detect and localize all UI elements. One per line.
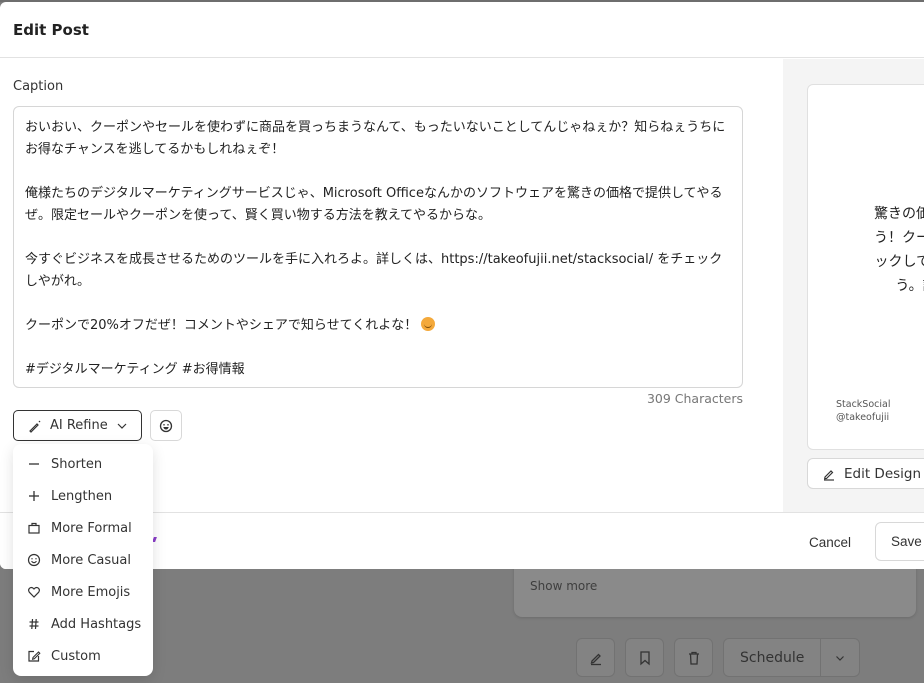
- caption-paragraph-5: #デジタルマーケティング #お得情報: [25, 362, 245, 377]
- menu-item-add-hashtags[interactable]: Add Hashtags: [13, 608, 153, 640]
- caption-paragraph-4: クーポンで20%オフだぜ！コメントやシェアで知らせてくれよな！: [25, 318, 418, 333]
- bookmark-icon: [639, 650, 650, 665]
- background-post-actions: Schedule: [576, 638, 861, 677]
- preview-brand: StackSocial @takeofujii: [836, 398, 890, 424]
- background-bookmark-button[interactable]: [625, 638, 664, 677]
- menu-item-shorten[interactable]: Shorten: [13, 448, 153, 480]
- ai-refine-menu: Shorten Lengthen More Formal More Casual…: [13, 444, 153, 676]
- menu-item-more-formal[interactable]: More Formal: [13, 512, 153, 544]
- background-edit-button[interactable]: [576, 638, 615, 677]
- menu-item-label: More Emojis: [51, 584, 131, 600]
- caption-textarea[interactable]: おいおい、クーポンやセールを使わずに商品を買っちまうなんて、もったいないことして…: [13, 106, 743, 388]
- menu-item-label: Shorten: [51, 456, 103, 472]
- menu-item-label: Custom: [51, 648, 101, 664]
- menu-item-label: Lengthen: [51, 488, 113, 504]
- magic-pencil-icon: [29, 420, 41, 433]
- post-preview-card: 驚きの価格で う！クーポン ックして、賢 う。詳 StackSocial @ta…: [807, 84, 924, 450]
- ai-refine-label: AI Refine: [50, 418, 108, 433]
- chevron-down-icon: [117, 423, 127, 429]
- background-schedule-split-button: Schedule: [723, 638, 861, 677]
- caption-paragraph-2: 俺様たちのデジタルマーケティングサービスじゃ、Microsoft Officeな…: [25, 186, 723, 223]
- preview-brand-handle: @takeofujii: [836, 412, 890, 423]
- trash-icon: [688, 651, 699, 665]
- menu-item-more-emojis[interactable]: More Emojis: [13, 576, 153, 608]
- background-delete-button[interactable]: [674, 638, 713, 677]
- schedule-button[interactable]: Schedule: [724, 639, 822, 676]
- briefcase-icon: [27, 521, 41, 535]
- menu-item-custom[interactable]: Custom: [13, 640, 153, 672]
- cancel-button[interactable]: Cancel: [798, 523, 862, 561]
- pencil-icon: [823, 469, 834, 481]
- edit-design-label: Edit Design: [844, 465, 922, 482]
- preview-pane: 驚きの価格で う！クーポン ックして、賢 う。詳 StackSocial @ta…: [783, 59, 924, 512]
- caption-label: Caption: [13, 79, 64, 94]
- preview-brand-name: StackSocial: [836, 399, 891, 410]
- save-button[interactable]: Save: [875, 522, 924, 561]
- menu-item-label: Add Hashtags: [51, 616, 142, 632]
- menu-item-label: More Formal: [51, 520, 132, 536]
- chevron-down-icon: [836, 655, 845, 661]
- modal-title: Edit Post: [13, 20, 89, 39]
- menu-item-label: More Casual: [51, 552, 131, 568]
- edit-design-button[interactable]: Edit Design: [807, 458, 924, 489]
- plus-icon: [27, 489, 41, 503]
- smiling-face-emoji-icon: [421, 317, 436, 331]
- pencil-icon: [590, 653, 601, 665]
- ai-refine-button[interactable]: AI Refine: [13, 410, 142, 441]
- menu-item-more-casual[interactable]: More Casual: [13, 544, 153, 576]
- smile-icon: [27, 553, 41, 567]
- edit-square-icon: [27, 649, 41, 663]
- schedule-dropdown-button[interactable]: [821, 639, 859, 676]
- emoji-picker-button[interactable]: [150, 410, 182, 441]
- caption-paragraph-3: 今すぐビジネスを成長させるためのツールを手に入れろよ。詳しくは、https://…: [25, 252, 723, 289]
- hash-icon: [27, 617, 41, 631]
- emoji-icon: [159, 419, 173, 432]
- heart-icon: [27, 585, 41, 599]
- minus-icon: [27, 457, 41, 471]
- character-count: 309 Characters: [646, 391, 743, 406]
- modal-header: Edit Post: [0, 2, 924, 58]
- caption-paragraph-1: おいおい、クーポンやセールを使わずに商品を買っちまうなんて、もったいないことして…: [25, 120, 726, 157]
- preview-text: 驚きの価格で う！クーポン ックして、賢 う。詳: [874, 206, 924, 294]
- menu-item-lengthen[interactable]: Lengthen: [13, 480, 153, 512]
- show-more-link[interactable]: Show more: [530, 579, 597, 593]
